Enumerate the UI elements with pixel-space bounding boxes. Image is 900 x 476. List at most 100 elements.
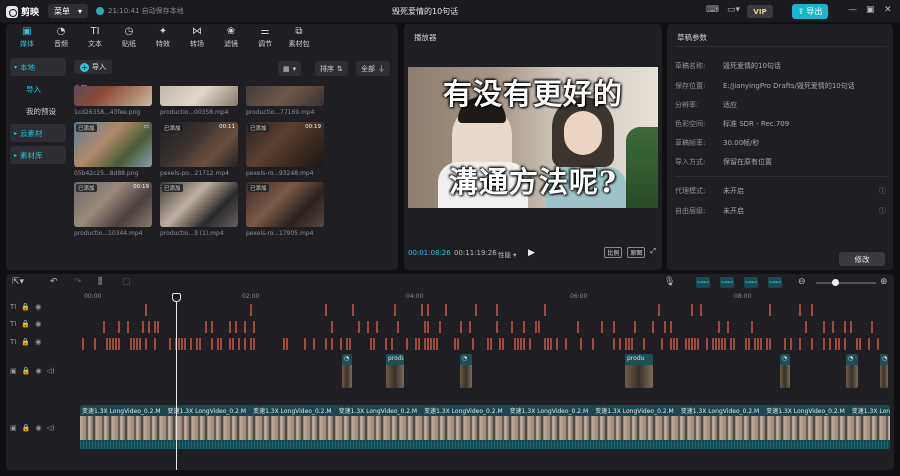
text-clip[interactable]	[676, 338, 678, 350]
lock-icon[interactable]: 🔒	[22, 424, 31, 432]
text-clip[interactable]	[718, 338, 720, 350]
text-clip[interactable]	[130, 338, 132, 350]
text-clip[interactable]	[472, 338, 474, 350]
video-clip[interactable]: produ	[386, 354, 404, 388]
text-clip[interactable]	[838, 338, 840, 350]
text-clip[interactable]	[250, 338, 252, 350]
text-clip[interactable]	[661, 338, 663, 350]
text-clip[interactable]	[457, 338, 459, 350]
text-clip[interactable]	[142, 321, 144, 333]
tab-transition[interactable]: ⋈ 转场	[180, 24, 214, 52]
text-clip[interactable]	[580, 338, 582, 350]
delete-icon[interactable]: ▢	[122, 277, 131, 287]
lock-icon[interactable]: 🔒	[21, 303, 30, 311]
text-clip[interactable]	[751, 321, 753, 333]
text-clip[interactable]	[127, 321, 129, 333]
text-clip[interactable]	[535, 321, 537, 333]
text-clip[interactable]	[691, 304, 693, 316]
text-clip[interactable]	[427, 304, 429, 316]
text-clip[interactable]	[502, 338, 504, 350]
lock-icon[interactable]: 🔒	[22, 367, 31, 375]
layout-icon[interactable]: ▭▾	[727, 5, 740, 15]
video-clip[interactable]: ◔	[342, 354, 352, 388]
text-clip[interactable]	[829, 338, 831, 350]
text-clip[interactable]	[406, 338, 408, 350]
tab-package[interactable]: ⧉ 素材包	[282, 24, 316, 52]
text-clip[interactable]	[211, 321, 213, 333]
text-clip[interactable]	[352, 304, 354, 316]
text-clip[interactable]	[136, 338, 138, 350]
text-clip[interactable]	[520, 338, 522, 350]
text-clip[interactable]	[517, 338, 519, 350]
text-clip[interactable]	[811, 338, 813, 350]
import-button[interactable]: + 导入	[74, 60, 112, 74]
text-clip[interactable]	[511, 321, 513, 333]
text-clip[interactable]	[613, 338, 615, 350]
text-clip[interactable]	[445, 304, 447, 316]
text-clip[interactable]	[691, 338, 693, 350]
text-clip[interactable]	[118, 321, 120, 333]
text-clip[interactable]	[697, 338, 699, 350]
eye-icon[interactable]: ◉	[35, 303, 41, 311]
text-clip[interactable]	[790, 338, 792, 350]
text-track[interactable]	[80, 338, 890, 350]
text-clip[interactable]	[391, 338, 393, 350]
lock-icon[interactable]: 🔒	[21, 338, 30, 346]
text-clip[interactable]	[628, 338, 630, 350]
linkage-icon[interactable]: ⊶⊷	[720, 277, 734, 288]
playhead[interactable]	[176, 293, 177, 470]
eye-icon[interactable]: ◉	[35, 338, 41, 346]
select-tool-icon[interactable]: ⇱▾	[12, 277, 24, 287]
media-item[interactable]: productio...77169.mp4	[246, 86, 324, 116]
media-item[interactable]: 已添加 00:19 pexels-ro...93248.mp4	[246, 122, 324, 177]
text-track[interactable]	[80, 304, 890, 316]
text-clip[interactable]	[313, 338, 315, 350]
text-clip[interactable]	[619, 338, 621, 350]
filter-button[interactable]: 全部 ⏚	[356, 61, 390, 76]
text-clip[interactable]	[253, 338, 255, 350]
view-mode-button[interactable]: ▦ ▾	[278, 61, 302, 76]
text-clip[interactable]	[82, 338, 84, 350]
text-clip[interactable]	[757, 338, 759, 350]
text-clip[interactable]	[103, 321, 105, 333]
text-clip[interactable]	[325, 338, 327, 350]
media-item[interactable]: 已添加 00:19 productio...10344.mp4	[74, 182, 152, 237]
text-clip[interactable]	[823, 321, 825, 333]
text-clip[interactable]	[340, 338, 342, 350]
tab-adjust[interactable]: ⚌ 调节	[248, 24, 282, 52]
text-clip[interactable]	[877, 338, 879, 350]
text-clip[interactable]	[670, 321, 672, 333]
sidebar-item-library[interactable]: ▸ 素材库	[10, 146, 66, 164]
text-clip[interactable]	[427, 321, 429, 333]
text-clip[interactable]	[232, 338, 234, 350]
text-clip[interactable]	[244, 338, 246, 350]
text-clip[interactable]	[283, 338, 285, 350]
microphone-icon[interactable]: 🎙	[664, 277, 675, 287]
tab-sticker[interactable]: ◷ 贴纸	[112, 24, 146, 52]
vip-button[interactable]: VIP	[747, 5, 773, 18]
text-clip[interactable]	[658, 304, 660, 316]
text-clip[interactable]	[625, 338, 627, 350]
text-clip[interactable]	[109, 338, 111, 350]
text-clip[interactable]	[430, 338, 432, 350]
main-track-magnet-icon[interactable]: ⊶⊷	[768, 277, 782, 288]
text-clip[interactable]	[850, 321, 852, 333]
split-icon[interactable]: ⫼	[98, 277, 102, 287]
text-clip[interactable]	[331, 338, 333, 350]
text-clip[interactable]	[784, 338, 786, 350]
tab-text[interactable]: TI 文本	[78, 24, 112, 52]
text-clip[interactable]	[424, 321, 426, 333]
text-clip[interactable]	[871, 321, 873, 333]
performance-button[interactable]: 性能 ▾	[498, 249, 516, 259]
text-clip[interactable]	[868, 338, 870, 350]
video-clip[interactable]: ◔	[880, 354, 888, 388]
play-button[interactable]: ▶	[528, 248, 535, 258]
text-clip[interactable]	[643, 338, 645, 350]
text-clip[interactable]	[823, 338, 825, 350]
tab-media[interactable]: ▣ 媒体	[10, 24, 44, 52]
text-clip[interactable]	[496, 304, 498, 316]
playhead-handle[interactable]	[172, 293, 181, 302]
text-clip[interactable]	[133, 338, 135, 350]
text-clip[interactable]	[760, 338, 762, 350]
media-item[interactable]: 已添加 pexels-ro...17905.mp4	[246, 182, 324, 237]
